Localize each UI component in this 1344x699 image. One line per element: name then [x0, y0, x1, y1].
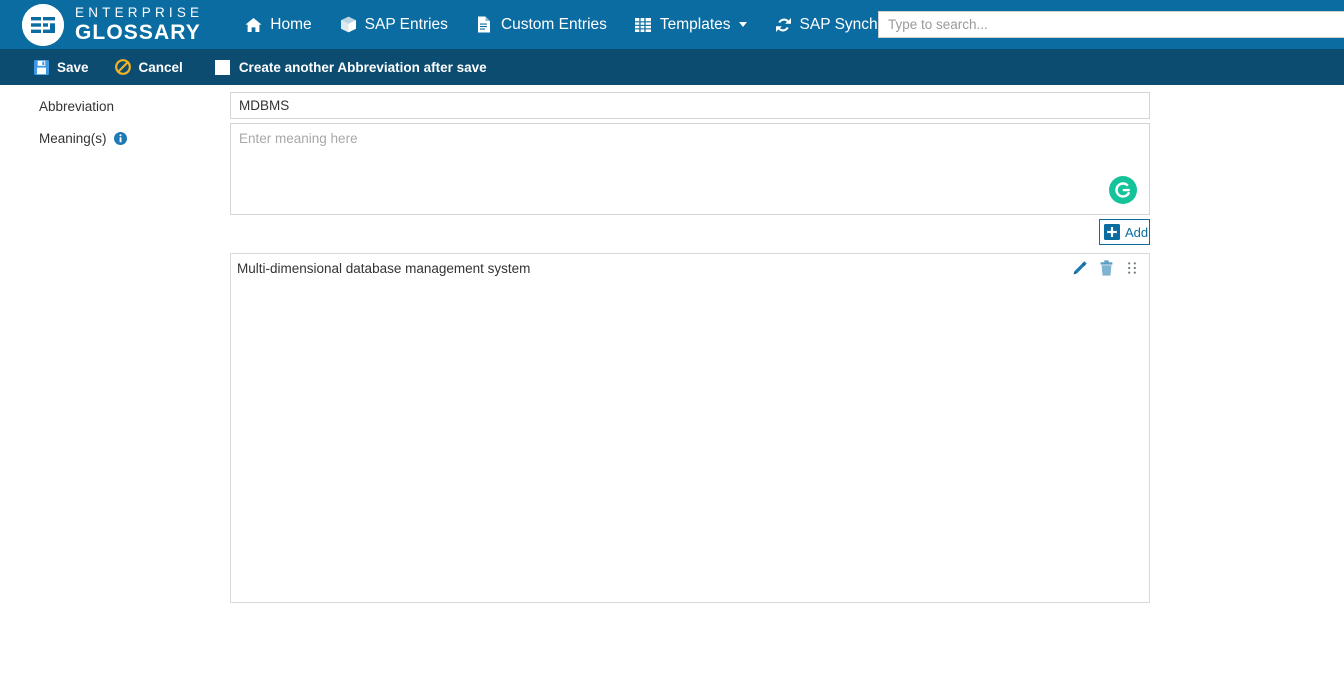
- plus-square-icon: [1104, 224, 1120, 240]
- trash-icon[interactable]: [1095, 259, 1117, 277]
- brand-line-1: ENTERPRISE: [75, 4, 204, 20]
- add-label: Add: [1125, 224, 1149, 240]
- pencil-icon[interactable]: [1068, 260, 1090, 277]
- nav-item-custom-entries[interactable]: Custom Entries: [462, 0, 621, 49]
- meaning-text: Multi-dimensional database management sy…: [237, 260, 531, 276]
- meanings-list: Multi-dimensional database management sy…: [230, 253, 1150, 603]
- grammarly-icon[interactable]: [1108, 175, 1138, 205]
- grid-icon: [635, 16, 652, 33]
- cube-icon: [340, 16, 357, 33]
- meanings-label-text: Meaning(s): [39, 131, 107, 146]
- nav-item-sap-entries[interactable]: SAP Entries: [326, 0, 462, 49]
- nav-item-label: Templates: [659, 15, 731, 33]
- abbreviation-label-text: Abbreviation: [39, 99, 115, 114]
- meanings-label: Meaning(s): [39, 131, 127, 146]
- meaning-input[interactable]: [230, 123, 1150, 215]
- nav-item-home[interactable]: Home: [231, 0, 325, 49]
- cancel-label: Cancel: [138, 59, 183, 75]
- nav-item-label: Custom Entries: [500, 15, 607, 33]
- nav-item-templates[interactable]: Templates: [621, 0, 761, 49]
- brand-text: ENTERPRISE GLOSSARY: [75, 6, 203, 44]
- sync-icon: [775, 16, 792, 33]
- ban-circle-icon: [114, 59, 131, 75]
- chevron-down-icon: [738, 22, 747, 27]
- create-another-label: Create another Abbreviation after save: [238, 59, 487, 75]
- info-circle-icon[interactable]: [113, 132, 127, 145]
- nav-item-label: SAP Entries: [364, 15, 448, 33]
- row-actions: [1068, 259, 1141, 277]
- brand-line-2: GLOSSARY: [75, 21, 201, 45]
- drag-handle-icon[interactable]: [1123, 261, 1141, 275]
- glossary-logo-icon: [22, 3, 64, 46]
- nav-items: Home SAP Entries Custom Entries Template…: [231, 0, 975, 49]
- floppy-disk-icon: [34, 59, 49, 75]
- top-navbar: ENTERPRISE GLOSSARY Home SAP Entries Cus…: [0, 0, 1344, 49]
- cancel-button[interactable]: Cancel: [114, 49, 183, 85]
- search-input[interactable]: [878, 11, 1344, 38]
- create-another-checkbox[interactable]: [214, 59, 230, 75]
- table-row[interactable]: Multi-dimensional database management sy…: [231, 254, 1149, 282]
- abbreviation-input[interactable]: [230, 92, 1150, 119]
- home-icon: [245, 16, 262, 33]
- nav-item-label: Home: [270, 15, 312, 33]
- brand-logo[interactable]: ENTERPRISE GLOSSARY: [22, 0, 203, 49]
- add-meaning-button[interactable]: Add: [1099, 219, 1150, 245]
- save-button[interactable]: Save: [34, 49, 89, 85]
- search-container: [878, 11, 1344, 38]
- action-toolbar: Save Cancel Create another Abbreviation …: [0, 49, 1344, 85]
- abbreviation-label: Abbreviation: [39, 99, 114, 114]
- save-label: Save: [57, 59, 89, 75]
- create-another-checkbox-group[interactable]: Create another Abbreviation after save: [214, 59, 487, 75]
- document-icon: [476, 16, 493, 33]
